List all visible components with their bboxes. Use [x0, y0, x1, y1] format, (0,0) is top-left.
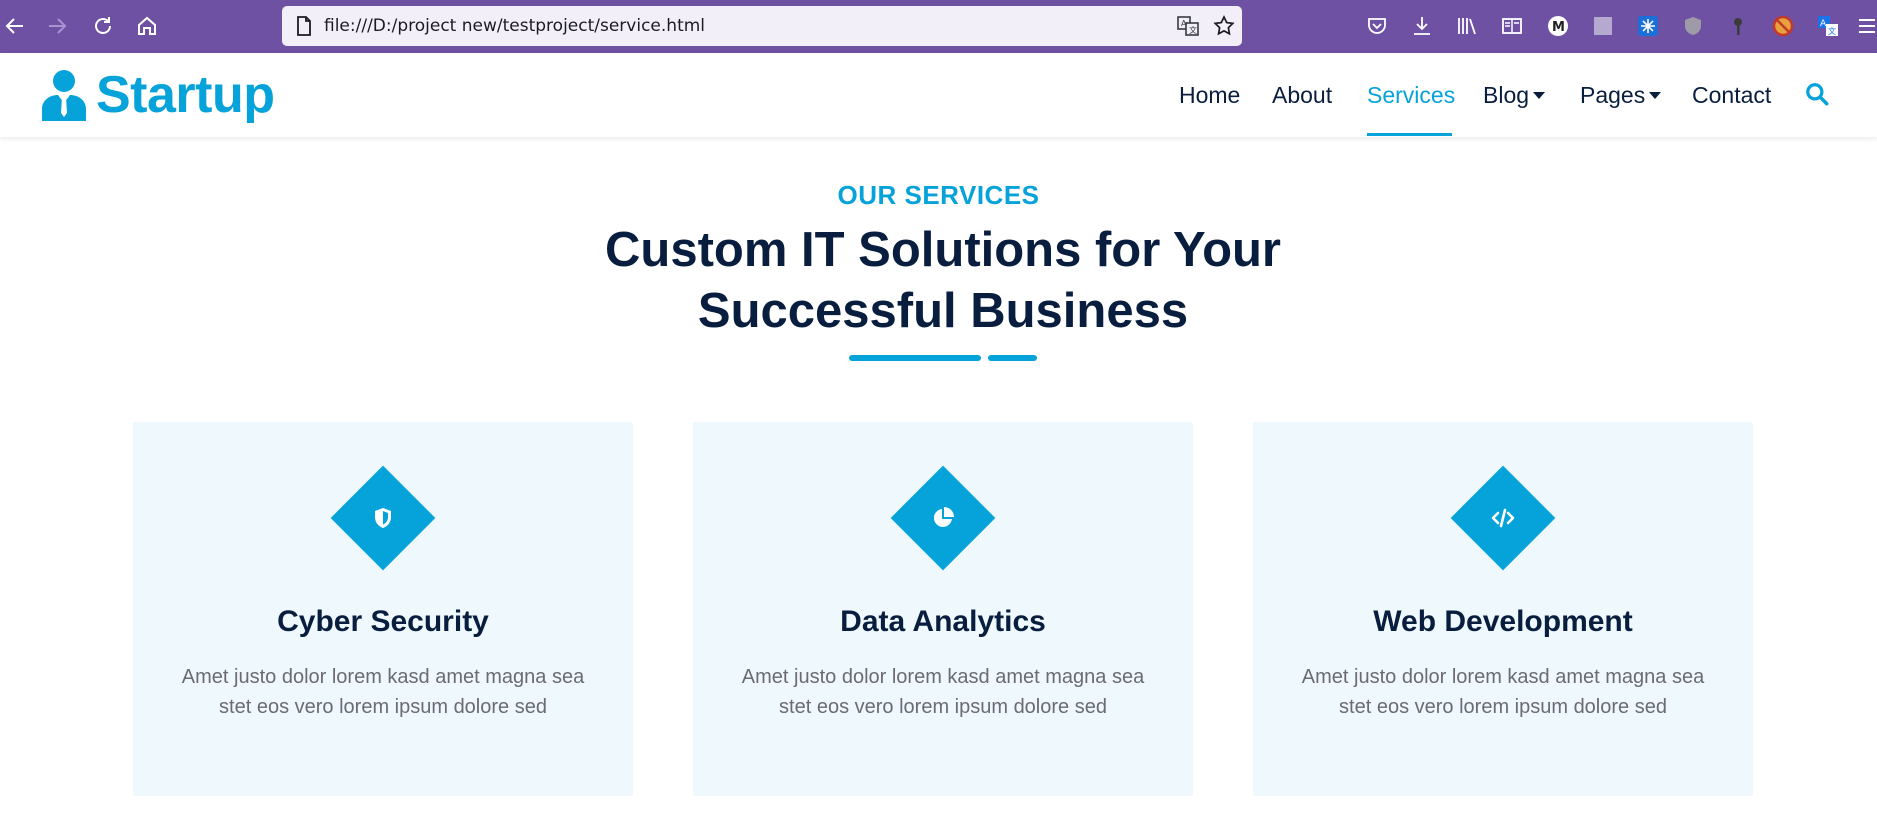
extension-shield-icon[interactable] — [1680, 13, 1706, 39]
nav-services[interactable]: Services — [1367, 79, 1455, 111]
active-nav-indicator — [1367, 133, 1452, 136]
browser-toolbar: file:///D:/project new/testproject/servi… — [0, 0, 1877, 53]
nav-blog-label: Blog — [1483, 82, 1530, 108]
url-bar[interactable]: file:///D:/project new/testproject/servi… — [282, 6, 1242, 46]
service-title: Data Analytics — [840, 605, 1046, 638]
home-icon[interactable] — [132, 11, 162, 41]
bookmark-star-icon[interactable] — [1212, 14, 1236, 38]
extension-blocker-icon[interactable] — [1770, 13, 1796, 39]
section-heading-line1: Custom IT Solutions for Your — [605, 223, 1281, 277]
nav-contact[interactable]: Contact — [1692, 79, 1771, 111]
service-description-line: Amet justo dolor lorem kasd amet magna s… — [741, 666, 1145, 688]
menu-icon[interactable] — [1854, 13, 1877, 39]
extension-m-icon[interactable]: M — [1545, 13, 1571, 39]
service-card-cyber-security[interactable]: Cyber Security Amet justo dolor lorem ka… — [133, 422, 633, 796]
service-description-line: stet eos vero lorem ipsum dolore sed — [1339, 696, 1667, 718]
service-card-data-analytics[interactable]: Data Analytics Amet justo dolor lorem ka… — [693, 422, 1193, 796]
extension-key-icon[interactable] — [1725, 13, 1751, 39]
service-card-web-development[interactable]: Web Development Amet justo dolor lorem k… — [1253, 422, 1753, 796]
nav-blog[interactable]: Blog — [1483, 79, 1546, 111]
forward-icon[interactable] — [42, 11, 72, 41]
service-description-line: Amet justo dolor lorem kasd amet magna s… — [1301, 666, 1705, 688]
pocket-icon[interactable] — [1364, 13, 1390, 39]
nav-home[interactable]: Home — [1179, 79, 1240, 111]
page-icon — [297, 16, 311, 36]
section-eyebrow: OUR SERVICES — [837, 180, 1040, 210]
download-icon[interactable] — [1409, 13, 1435, 39]
brand-logo[interactable]: Startup — [40, 65, 275, 125]
nav-about[interactable]: About — [1272, 79, 1332, 111]
svg-text:A: A — [1820, 19, 1827, 29]
library-icon[interactable] — [1454, 13, 1480, 39]
service-title: Web Development — [1373, 605, 1633, 638]
nav-pages-label: Pages — [1580, 82, 1646, 108]
service-description-line: stet eos vero lorem ipsum dolore sed — [219, 696, 547, 718]
svg-text:文: 文 — [1189, 25, 1197, 35]
service-description: Amet justo dolor lorem kasd amet magna s… — [723, 662, 1163, 722]
chevron-down-icon — [1533, 92, 1546, 99]
chevron-down-icon — [1649, 92, 1662, 99]
pie-chart-icon — [933, 507, 954, 527]
heading-divider-long — [849, 355, 981, 361]
service-description-line: stet eos vero lorem ipsum dolore sed — [779, 696, 1107, 718]
search-icon[interactable] — [1804, 81, 1830, 107]
svg-text:A: A — [1181, 19, 1187, 28]
brand-name: Startup — [96, 66, 275, 124]
service-title: Cyber Security — [277, 605, 489, 638]
site-navbar: Startup Home About Services Blog Pages C… — [0, 53, 1877, 137]
code-icon — [1491, 508, 1515, 528]
heading-divider-short — [988, 355, 1037, 361]
reload-icon[interactable] — [88, 11, 118, 41]
user-tie-icon — [42, 70, 86, 121]
reader-view-icon[interactable] — [1499, 13, 1525, 39]
service-description-line: Amet justo dolor lorem kasd amet magna s… — [181, 666, 585, 688]
back-icon[interactable] — [0, 11, 30, 41]
shield-icon — [375, 508, 391, 528]
extension-square-icon[interactable] — [1590, 13, 1616, 39]
extension-snowflake-icon[interactable] — [1635, 13, 1661, 39]
extension-translate-icon[interactable]: A文 — [1815, 13, 1841, 39]
service-description: Amet justo dolor lorem kasd amet magna s… — [1283, 662, 1723, 722]
translate-icon[interactable]: A文 — [1176, 14, 1200, 38]
nav-pages[interactable]: Pages — [1580, 79, 1662, 111]
section-heading-line2: Successful Business — [697, 284, 1189, 338]
svg-text:M: M — [1552, 20, 1565, 35]
service-description: Amet justo dolor lorem kasd amet magna s… — [163, 662, 603, 722]
section-heading: Custom IT Solutions for Your Successful … — [538, 220, 1348, 342]
svg-text:文: 文 — [1828, 26, 1836, 36]
url-text[interactable]: file:///D:/project new/testproject/servi… — [324, 14, 705, 38]
